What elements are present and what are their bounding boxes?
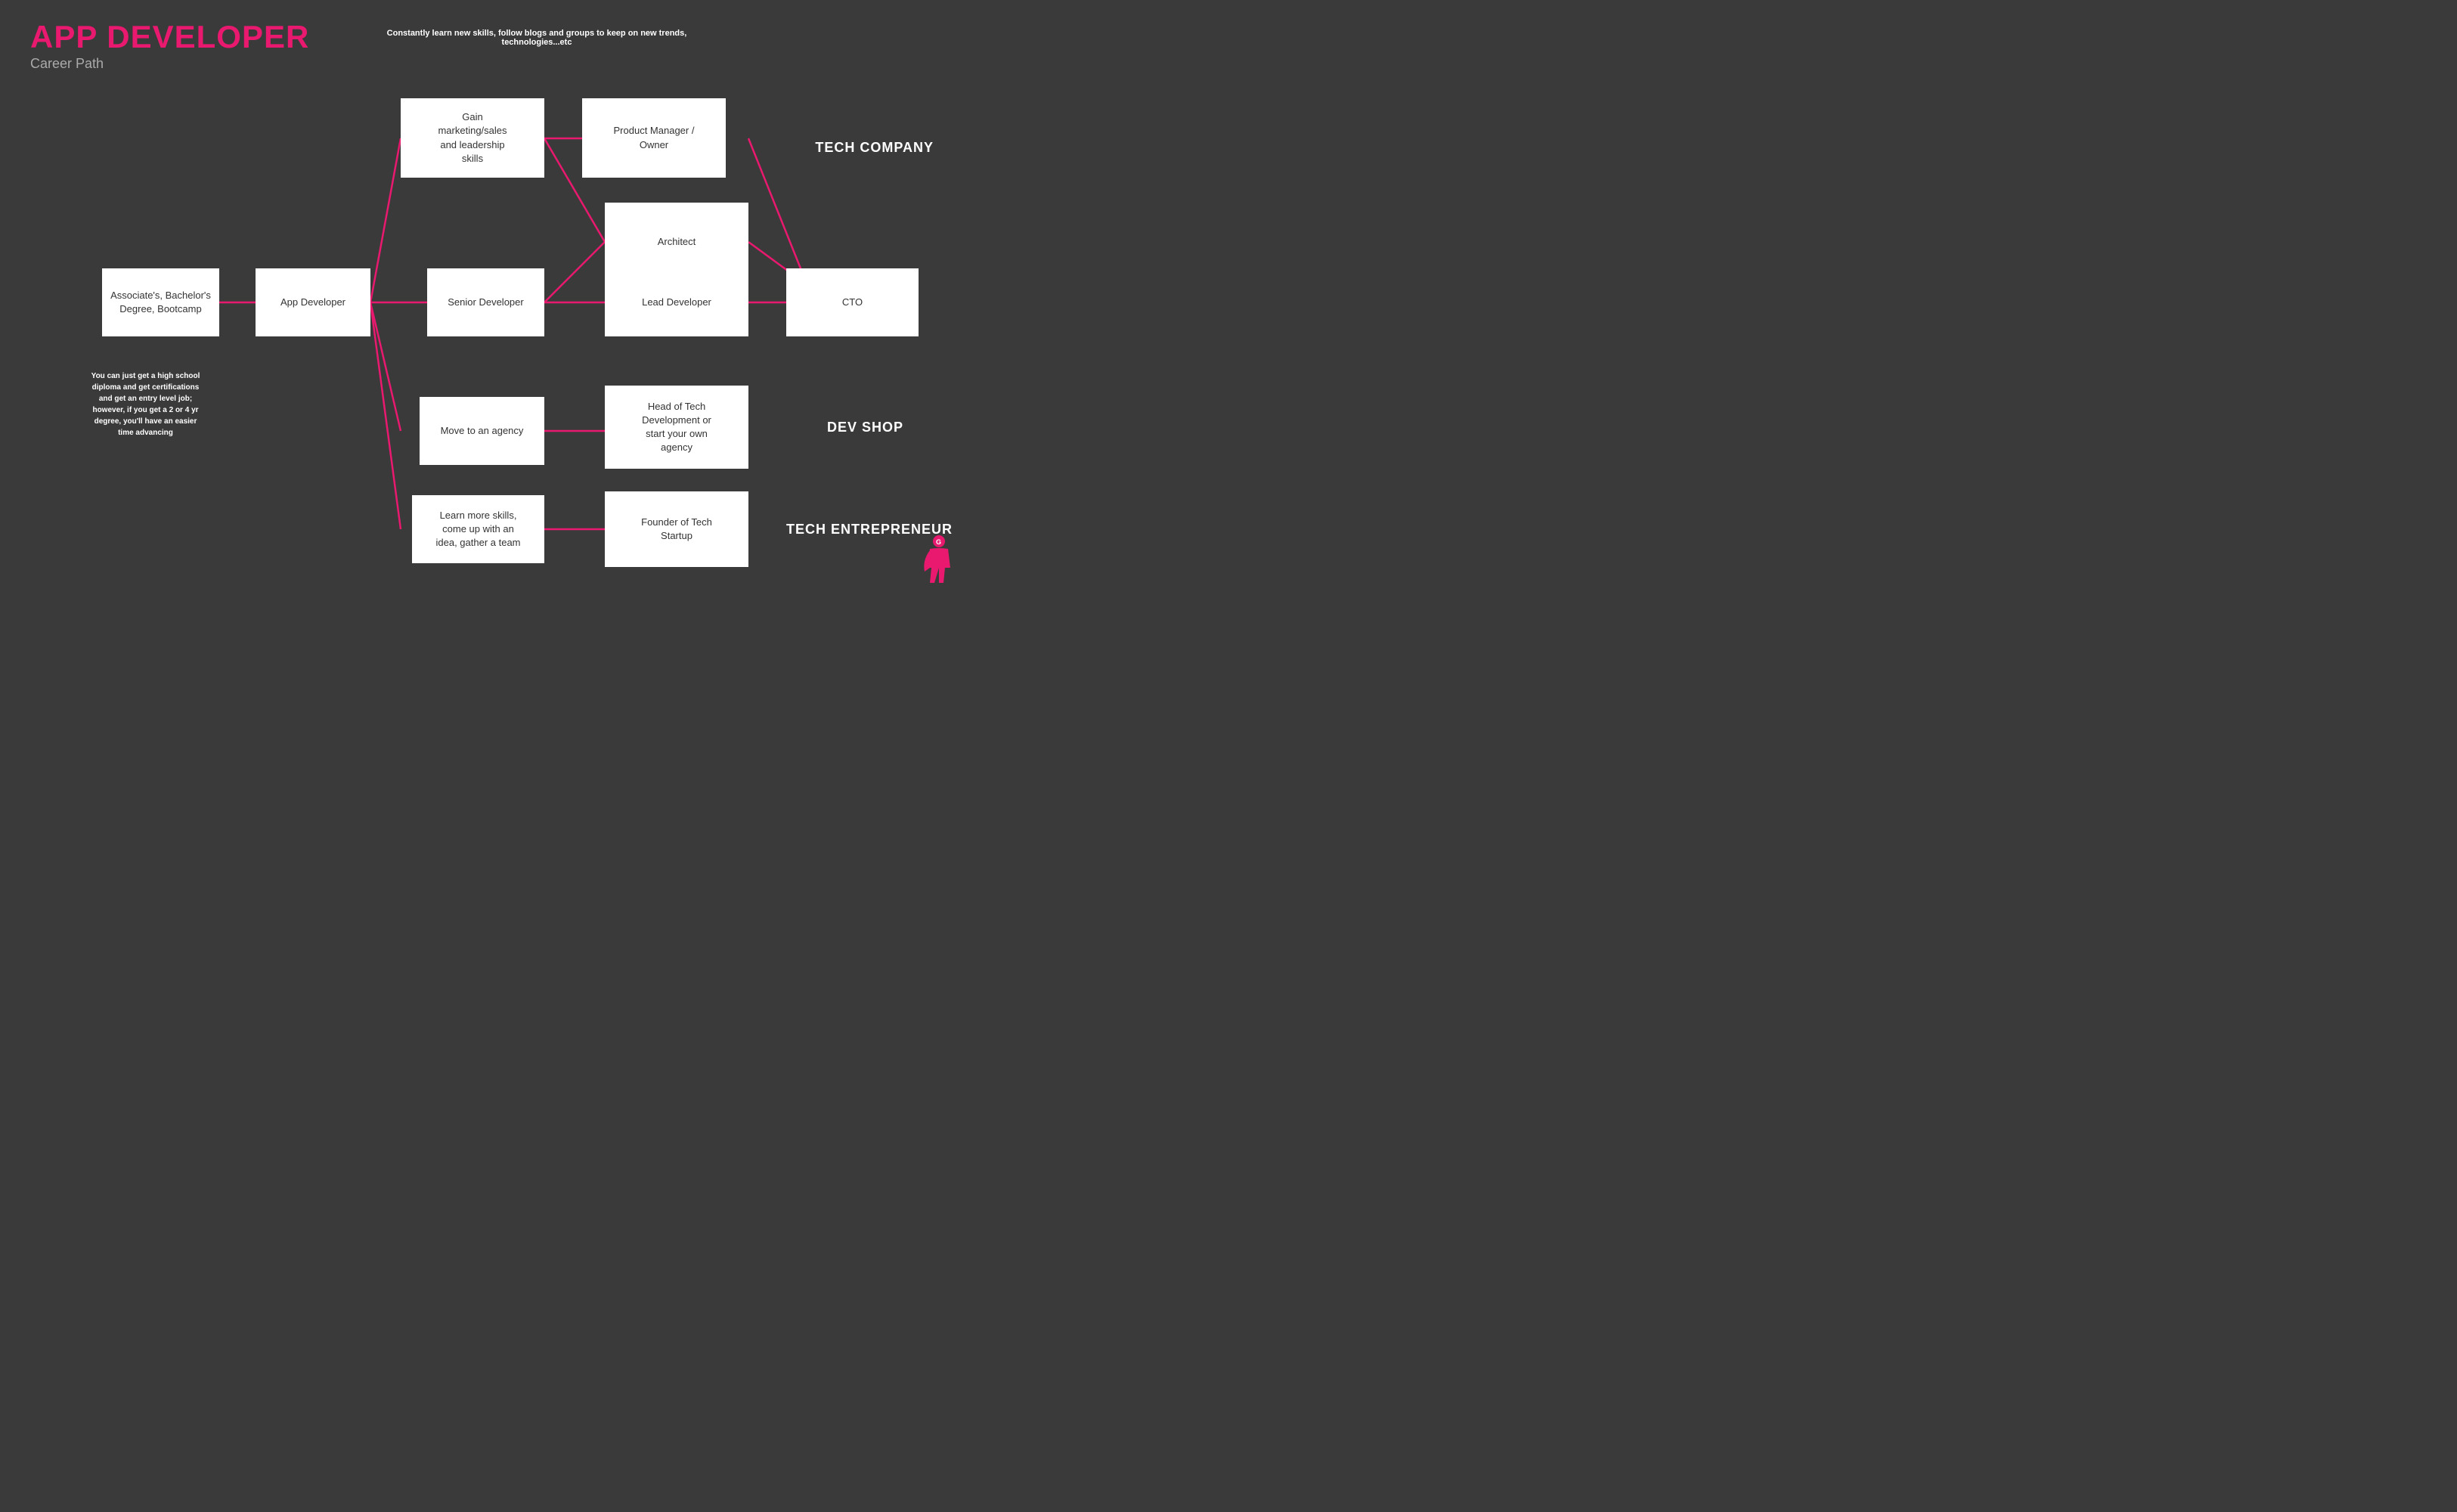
subtitle: Career Path xyxy=(30,56,309,72)
top-note: Constantly learn new skills, follow blog… xyxy=(363,29,711,47)
svg-text:G: G xyxy=(936,538,941,546)
node-product-manager: Product Manager /Owner xyxy=(582,98,726,178)
side-note: You can just get a high school diploma a… xyxy=(87,370,204,438)
node-senior-developer: Senior Developer xyxy=(427,268,544,336)
node-gain-skills: Gainmarketing/salesand leadershipskills xyxy=(401,98,544,178)
node-learn-skills: Learn more skills,come up with anidea, g… xyxy=(412,495,544,563)
node-founder: Founder of TechStartup xyxy=(605,491,748,567)
node-move-agency: Move to an agency xyxy=(420,397,544,465)
main-title: APP DEVELOPER xyxy=(30,21,309,53)
page-title-block: APP DEVELOPER Career Path xyxy=(30,21,309,72)
node-app-developer: App Developer xyxy=(256,268,370,336)
label-dev-shop: DEV SHOP xyxy=(827,420,903,435)
label-tech-company: TECH COMPANY xyxy=(815,140,934,156)
node-cto: CTO xyxy=(786,268,919,336)
node-lead-developer: Lead Developer xyxy=(605,268,748,336)
node-degree: Associate's, Bachelor's Degree, Bootcamp xyxy=(102,268,219,336)
hero-icon: G xyxy=(919,534,960,590)
node-head-tech: Head of TechDevelopment orstart your own… xyxy=(605,386,748,469)
